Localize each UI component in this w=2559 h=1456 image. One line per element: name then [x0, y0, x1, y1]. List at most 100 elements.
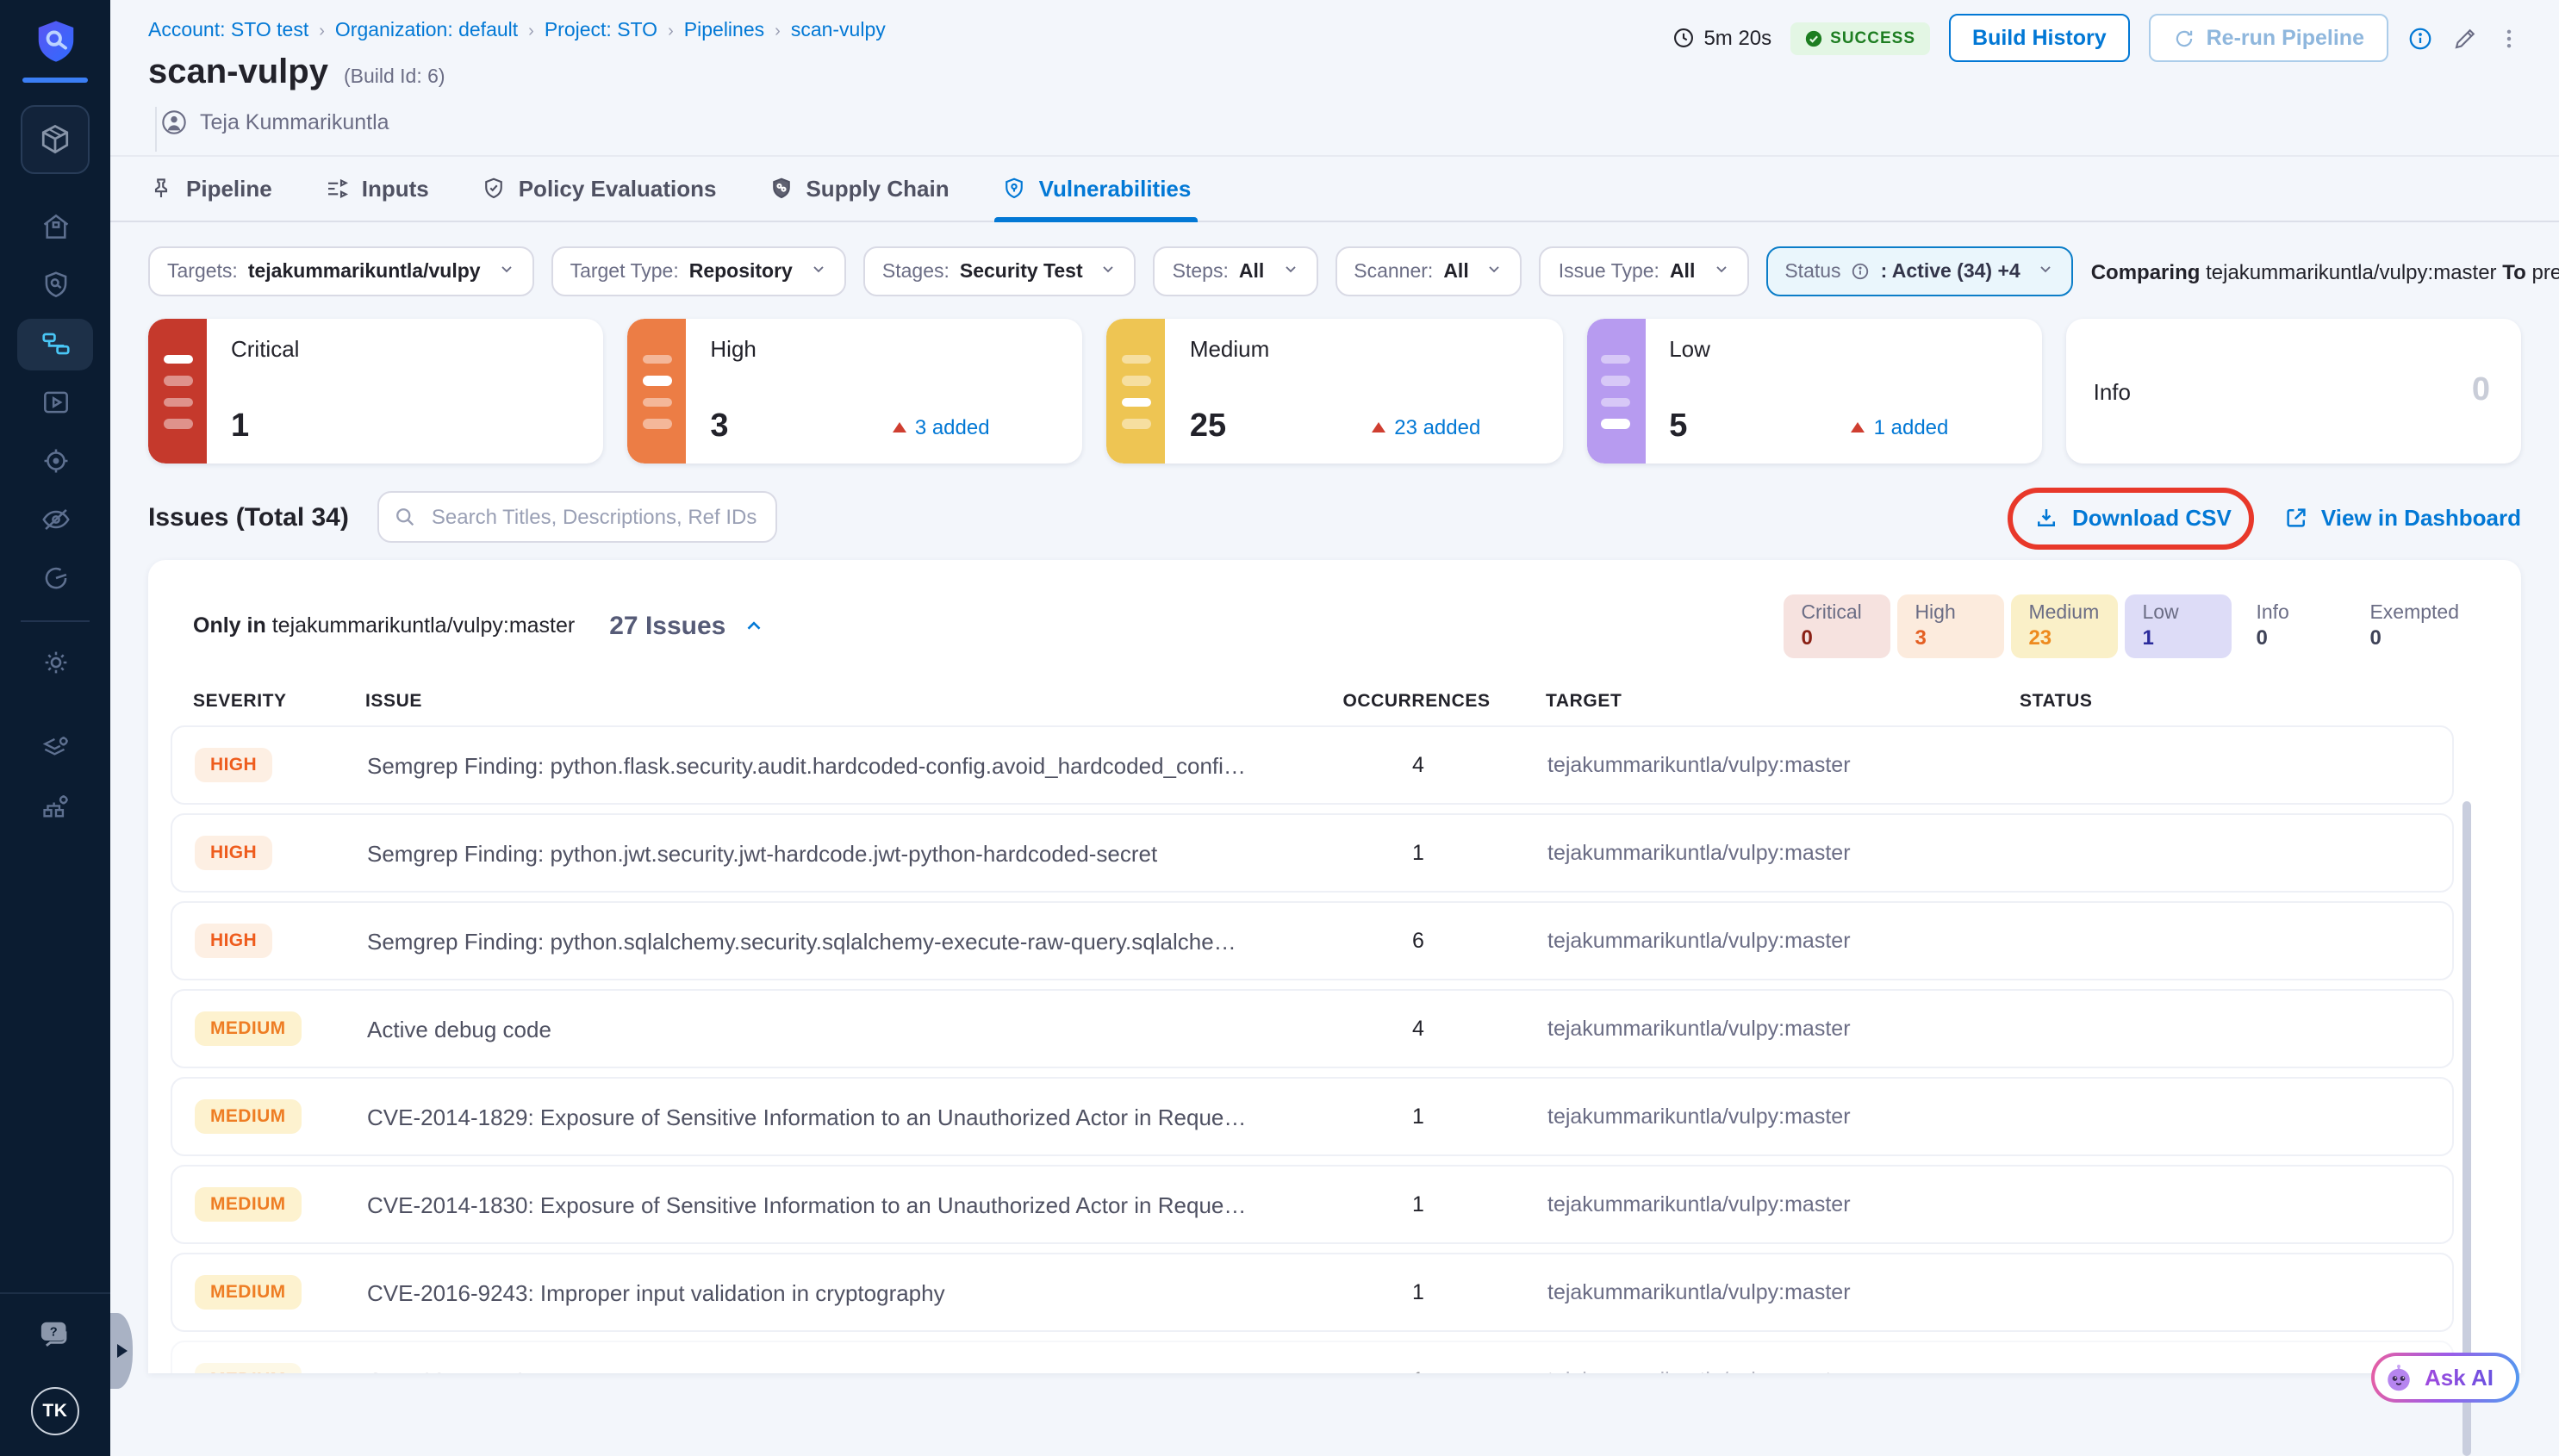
sidebar-item-getting-started[interactable] — [0, 549, 110, 607]
ask-ai-button[interactable]: Ask AI — [2371, 1353, 2519, 1403]
filter-label: Scanner: — [1354, 261, 1433, 282]
issues-toolbar: Issues (Total 34) Download CSV — [110, 491, 2559, 543]
high-stripe-icon — [627, 319, 686, 464]
severity-chip[interactable]: Exempted 0 — [2352, 594, 2476, 657]
card-label: Low — [1669, 336, 2020, 362]
table-row[interactable]: HIGH Semgrep Finding: python.sqlalchemy.… — [171, 901, 2454, 980]
target-name: tejakummarikuntla/vulpy:master — [1547, 929, 2021, 953]
card-high[interactable]: High 3 3 added — [627, 319, 1082, 464]
chevron-down-icon — [498, 260, 515, 283]
filter-dropdown[interactable]: Targets: tejakummarikuntla/vulpy — [148, 246, 534, 296]
scan-shield-icon — [39, 269, 72, 302]
left-nav-sidebar: ? TK — [0, 0, 110, 1456]
breadcrumb-link[interactable]: Organization: default — [335, 21, 518, 41]
col-target: TARGET — [1546, 691, 2020, 712]
severity-chip[interactable]: Medium 23 — [2011, 594, 2118, 657]
tab-label: Vulnerabilities — [1039, 176, 1192, 202]
filter-dropdown[interactable]: Issue Type: All — [1540, 246, 1749, 296]
severity-chip[interactable]: Critical 0 — [1784, 594, 1890, 657]
table-row[interactable]: MEDIUM CVE-2017-11424: PyJWT... 1 tejaku… — [171, 1341, 2454, 1373]
breadcrumb-link[interactable]: Pipelines — [684, 21, 764, 41]
added-link[interactable]: 3 added — [893, 415, 990, 439]
group-count: 27 Issues — [609, 611, 725, 640]
download-icon — [2034, 504, 2060, 530]
severity-badge: HIGH — [195, 924, 272, 958]
collapse-group-button[interactable] — [743, 614, 765, 637]
ask-ai-label: Ask AI — [2425, 1365, 2494, 1391]
tab-policy-evaluations[interactable]: Policy Evaluations — [481, 157, 717, 221]
info-icon — [1852, 262, 1871, 281]
chip-count: 0 — [1801, 625, 1873, 649]
breadcrumb-link[interactable]: Project: STO — [545, 21, 657, 41]
sidebar-item-org-settings[interactable] — [0, 778, 110, 837]
pipelines-icon — [39, 327, 72, 360]
severity-chip[interactable]: High 3 — [1897, 594, 2004, 657]
sidebar-item-pipelines[interactable] — [0, 314, 110, 373]
pipeline-tab-icon — [148, 176, 174, 202]
chip-label: Medium — [2028, 602, 2101, 623]
tab-pipeline[interactable]: Pipeline — [148, 157, 272, 221]
edit-pipeline-button[interactable] — [2452, 25, 2478, 51]
download-csv-button[interactable]: Download CSV — [2034, 504, 2232, 530]
rerun-pipeline-button[interactable]: Re-run Pipeline — [2150, 14, 2388, 62]
filter-dropdown[interactable]: Stages: Security Test — [863, 246, 1136, 296]
view-in-dashboard-button[interactable]: View in Dashboard — [2283, 504, 2521, 530]
filter-dropdown[interactable]: Steps: All — [1154, 246, 1318, 296]
breadcrumb-link[interactable]: Account: STO test — [148, 21, 308, 41]
target-icon — [39, 445, 72, 477]
filter-dropdown[interactable]: Scanner: All — [1335, 246, 1522, 296]
filter-dropdown[interactable]: Target Type: Repository — [551, 246, 846, 296]
sidebar-item-home[interactable] — [0, 197, 110, 256]
table-row[interactable]: MEDIUM CVE-2014-1830: Exposure of Sensit… — [171, 1165, 2454, 1244]
tab-vulnerabilities[interactable]: Vulnerabilities — [1001, 157, 1192, 221]
table-row[interactable]: MEDIUM Active debug code 4 tejakummariku… — [171, 989, 2454, 1068]
chip-count: 23 — [2028, 625, 2101, 649]
svg-text:?: ? — [50, 1326, 58, 1340]
tab-inputs[interactable]: Inputs — [324, 157, 429, 221]
person-icon — [160, 109, 188, 136]
sidebar-item-targets[interactable] — [0, 432, 110, 490]
sidebar-item-scans[interactable] — [0, 256, 110, 314]
severity-chip[interactable]: Low 1 — [2125, 594, 2232, 657]
severity-chip[interactable]: Info 0 — [2238, 594, 2345, 657]
table-row[interactable]: HIGH Semgrep Finding: python.flask.secur… — [171, 725, 2454, 805]
build-history-button[interactable]: Build History — [1948, 14, 2131, 62]
tab-label: Policy Evaluations — [519, 176, 717, 202]
card-critical[interactable]: Critical 1 — [148, 319, 603, 464]
card-count: 1 — [231, 408, 249, 446]
search-input[interactable] — [378, 491, 778, 543]
help-chat-button[interactable]: ? — [36, 1316, 74, 1363]
triangle-up-icon — [1852, 422, 1865, 432]
card-medium[interactable]: Medium 25 23 added — [1107, 319, 1562, 464]
target-name: tejakummarikuntla/vulpy:master — [1547, 1368, 2021, 1373]
chevron-down-icon — [2038, 260, 2055, 283]
sidebar-item-executions[interactable] — [0, 373, 110, 432]
issue-title: Semgrep Finding: python.jwt.security.jwt… — [367, 840, 1289, 866]
card-low[interactable]: Low 5 1 added — [1586, 319, 2041, 464]
more-options-button[interactable] — [2497, 25, 2521, 51]
occurrences-count: 1 — [1289, 1368, 1547, 1373]
chevron-down-icon — [1281, 260, 1298, 283]
added-link[interactable]: 1 added — [1852, 415, 1949, 439]
user-avatar[interactable]: TK — [31, 1387, 79, 1435]
chip-label: High — [1915, 602, 1987, 623]
sidebar-item-baselines[interactable] — [0, 490, 110, 549]
sidebar-item-settings[interactable] — [0, 633, 110, 692]
chip-label: Exempted — [2369, 602, 2459, 623]
table-row[interactable]: MEDIUM CVE-2016-9243: Improper input val… — [171, 1253, 2454, 1332]
chevron-down-icon — [1712, 260, 1729, 283]
table-row[interactable]: HIGH Semgrep Finding: python.jwt.securit… — [171, 813, 2454, 893]
breadcrumb-link[interactable]: scan-vulpy — [791, 21, 886, 41]
filter-dropdown-status[interactable]: Status : Active (34) +4 — [1765, 246, 2073, 296]
tab-supply-chain[interactable]: Supply Chain — [768, 157, 949, 221]
chevron-right-icon: › — [775, 22, 781, 40]
target-name: tejakummarikuntla/vulpy:master — [1547, 1280, 2021, 1304]
info-button[interactable] — [2407, 25, 2433, 51]
table-row[interactable]: MEDIUM CVE-2014-1829: Exposure of Sensit… — [171, 1077, 2454, 1156]
module-selector[interactable] — [21, 104, 90, 173]
card-info[interactable]: Info 0 — [2066, 319, 2521, 464]
sto-logo[interactable] — [22, 17, 88, 82]
sidebar-item-default-settings[interactable] — [0, 719, 110, 778]
target-name: tejakummarikuntla/vulpy:master — [1547, 1192, 2021, 1216]
added-link[interactable]: 23 added — [1372, 415, 1480, 439]
